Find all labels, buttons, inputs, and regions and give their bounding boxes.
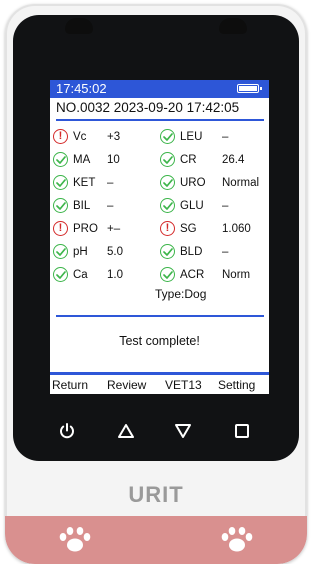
- check-icon: [160, 175, 175, 190]
- up-button[interactable]: [111, 416, 141, 446]
- parameter-value: +–: [107, 223, 121, 235]
- parameter-name: BIL: [73, 200, 91, 212]
- record-header: NO.0032 2023-09-20 17:42:05: [56, 100, 240, 115]
- parameter-value: –: [222, 200, 229, 212]
- paw-print-icon: [221, 527, 253, 552]
- softkey-review[interactable]: Review: [107, 376, 146, 394]
- parameter-value: 1.060: [222, 223, 251, 235]
- parameter-name: Ca: [73, 269, 88, 281]
- square-icon: [235, 424, 249, 438]
- check-icon: [160, 244, 175, 259]
- softkey-bar: Return Review VET13 Setting: [50, 376, 269, 394]
- parameter-name: MA: [73, 154, 91, 166]
- results-panel: NO.0032 2023-09-20 17:42:05 ! Vc +3 LEU – MA 1…: [50, 98, 269, 376]
- check-icon: [160, 152, 175, 167]
- parameter-name: ACR: [180, 269, 205, 281]
- result-row: MA 10 CR 26.4: [50, 149, 269, 171]
- power-icon: [60, 423, 74, 439]
- lcd-screen: 17:45:02 NO.0032 2023-09-20 17:42:05 ! Vc…: [50, 80, 269, 394]
- result-row: BIL – GLU –: [50, 195, 269, 217]
- lanyard-hole-right: [219, 18, 247, 34]
- result-row: KET – URO Normal: [50, 172, 269, 194]
- parameter-name: pH: [73, 246, 88, 258]
- power-button[interactable]: [52, 416, 82, 446]
- stop-button[interactable]: [227, 416, 257, 446]
- parameter-name: SG: [180, 223, 197, 235]
- softkey-divider: [50, 372, 269, 375]
- softkey-return[interactable]: Return: [52, 376, 88, 394]
- header-divider: [56, 119, 264, 121]
- check-icon: [53, 152, 68, 167]
- result-row: ! Vc +3 LEU –: [50, 126, 269, 148]
- check-icon: [53, 175, 68, 190]
- check-icon: [53, 244, 68, 259]
- down-triangle-icon: [175, 424, 191, 438]
- paw-strip: [5, 516, 307, 564]
- parameter-name: KET: [73, 177, 96, 189]
- check-icon: [53, 267, 68, 282]
- results-divider: [56, 315, 264, 317]
- parameter-name: CR: [180, 154, 197, 166]
- warning-icon: !: [160, 221, 175, 236]
- status-bar: 17:45:02: [50, 80, 269, 98]
- battery-full-icon: [237, 84, 262, 93]
- parameter-name: LEU: [180, 131, 203, 143]
- parameter-name: Vc: [73, 131, 87, 143]
- parameter-value: Norm: [222, 269, 251, 281]
- check-icon: [160, 267, 175, 282]
- parameter-name: PRO: [73, 223, 98, 235]
- clock-time: 17:45:02: [56, 81, 107, 96]
- parameter-value: –: [107, 177, 114, 189]
- result-row: ! PRO +–! SG 1.060: [50, 218, 269, 240]
- parameter-name: BLD: [180, 246, 203, 258]
- parameter-name: URO: [180, 177, 206, 189]
- parameter-name: GLU: [180, 200, 204, 212]
- warning-icon: !: [53, 129, 68, 144]
- softkey-setting[interactable]: Setting: [218, 376, 255, 394]
- urine-analyzer-device: 17:45:02 NO.0032 2023-09-20 17:42:05 ! Vc…: [5, 4, 307, 564]
- brand-logo: URIT: [128, 482, 184, 507]
- parameter-value: Normal: [222, 177, 260, 189]
- parameter-value: 26.4: [222, 154, 245, 166]
- parameter-value: –: [222, 246, 229, 258]
- check-icon: [160, 198, 175, 213]
- check-icon: [160, 129, 175, 144]
- result-row: Ca 1.0 ACR Norm: [50, 264, 269, 286]
- warning-icon: !: [53, 221, 68, 236]
- parameter-value: +3: [107, 131, 121, 143]
- down-button[interactable]: [168, 416, 198, 446]
- paw-print-icon: [59, 527, 91, 552]
- parameter-value: 1.0: [107, 269, 123, 281]
- parameter-value: 10: [107, 154, 120, 166]
- sample-type: Type:Dog: [155, 287, 207, 301]
- result-row: pH 5.0 BLD –: [50, 241, 269, 263]
- check-icon: [53, 198, 68, 213]
- lanyard-hole-left: [65, 18, 93, 34]
- parameter-value: –: [222, 131, 229, 143]
- parameter-value: –: [107, 200, 114, 212]
- parameter-value: 5.0: [107, 246, 123, 258]
- softkey-vet13[interactable]: VET13: [165, 376, 202, 394]
- up-triangle-icon: [118, 424, 134, 438]
- status-message: Test complete!: [119, 334, 200, 348]
